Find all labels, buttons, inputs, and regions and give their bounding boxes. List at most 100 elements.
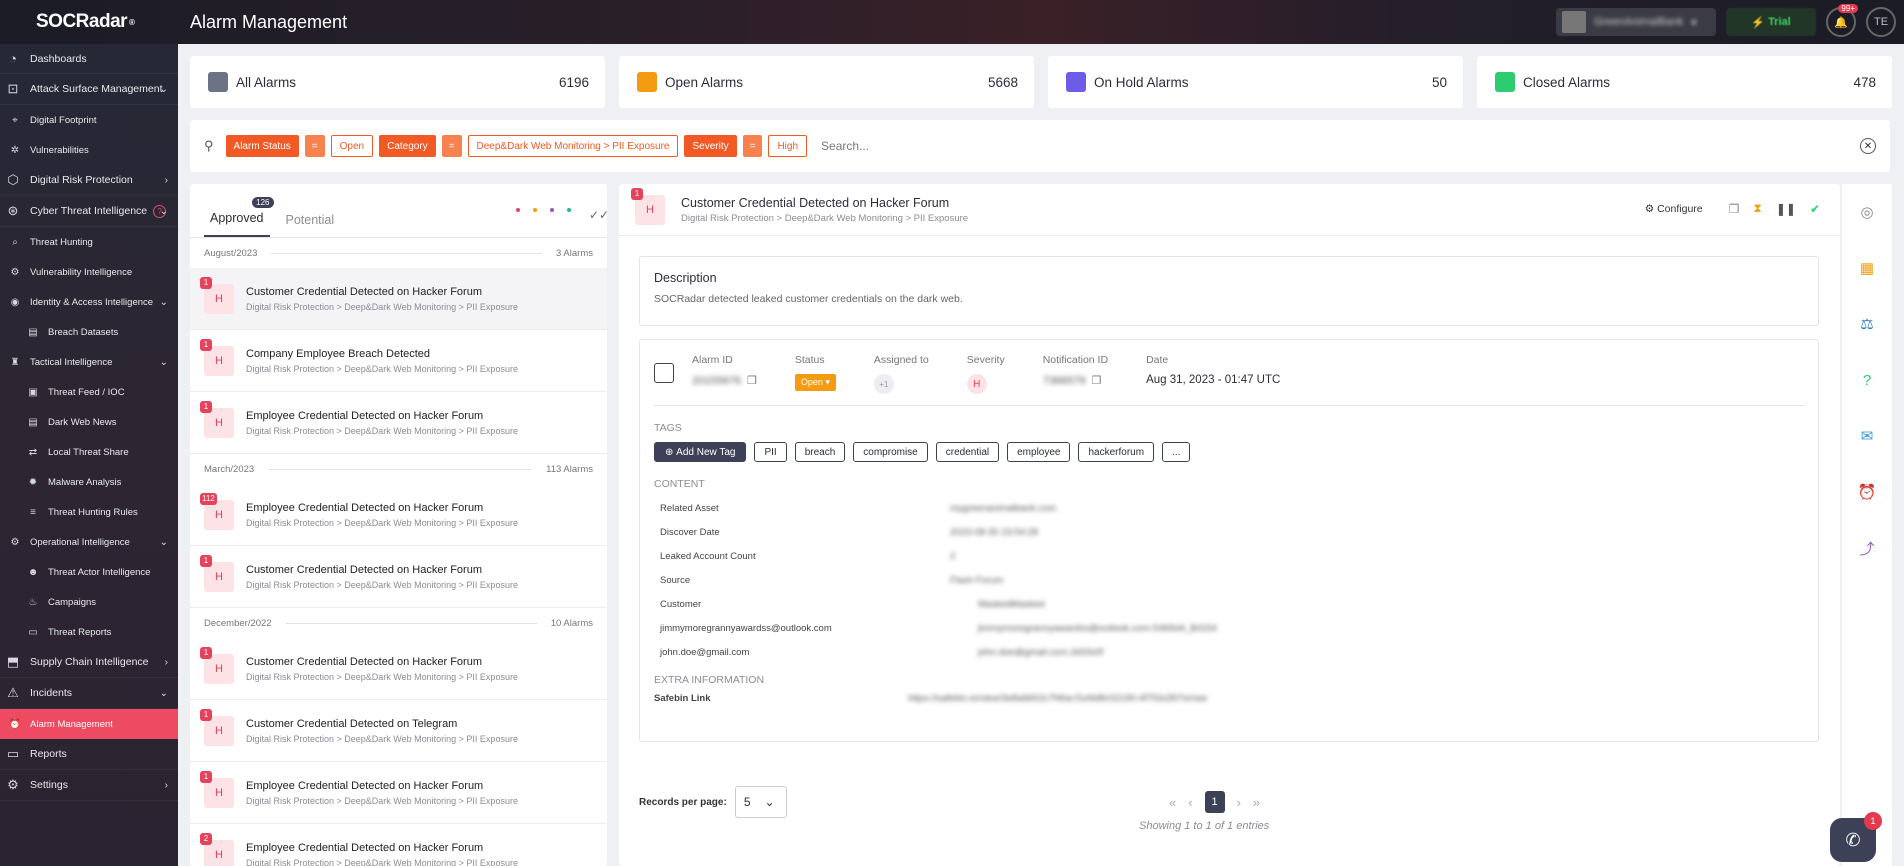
chat-button[interactable]: ✆ 1 [1830,812,1882,862]
dot-purple[interactable] [550,208,554,212]
filter-chip-key[interactable]: Category [379,135,436,157]
sidebar-item-operational-intelligence[interactable]: ⚙ Operational Intelligence ⌄ [0,527,178,557]
sidebar-item-threat-feed-ioc[interactable]: ▣ Threat Feed / IOC [0,377,178,407]
sidebar-item-vulnerability-intelligence[interactable]: ⚙ Vulnerability Intelligence [0,257,178,287]
sidebar-item-threat-reports[interactable]: ▭ Threat Reports [0,617,178,647]
radar-icon[interactable]: ◎ [1842,184,1892,240]
grid-icon[interactable]: ▦ [1842,240,1892,296]
copy-icon[interactable]: ❐ [1729,202,1740,216]
last-page-icon[interactable]: » [1253,795,1260,810]
add-tag-button[interactable]: ⊕ Add New Tag [654,442,747,462]
list-item[interactable]: 1 H Customer Credential Detected on Hacker… [190,638,607,700]
logo[interactable]: SOCRadar ® [0,0,178,44]
chevron-down-icon[interactable]: ⌄ [160,84,168,95]
stat-card-open-alarms[interactable]: Open Alarms 5668 [619,56,1034,108]
tag-chip[interactable]: PII [754,442,787,462]
list-item[interactable]: 1 H Employee Credential Detected on Hacker… [190,392,607,454]
dot-teal[interactable] [567,208,571,212]
tag-chip[interactable]: credential [935,442,1000,462]
sidebar-item-settings[interactable]: ⚙ Settings › [0,770,178,801]
list-item[interactable]: 112 H Employee Credential Detected on Hack… [190,484,607,546]
filter-chip-val[interactable]: Deep&Dark Web Monitoring > PII Exposure [467,135,679,157]
list-item[interactable]: 1 H Customer Credential Detected on Hacker… [190,268,607,330]
notification-button[interactable]: 🔔 99+ [1826,4,1858,37]
copy-icon[interactable]: ❐ [747,374,757,387]
extra-value[interactable]: https://safebin.io/view/3e8a6b52c7f4ba-f… [908,693,1207,704]
sidebar-item-dark-web-news[interactable]: ▤ Dark Web News [0,407,178,437]
tag-chip[interactable]: employee [1007,442,1071,462]
chevron-down-icon[interactable]: ⌄ [160,688,168,699]
sidebar-item-reports[interactable]: ▭ Reports [0,739,178,770]
list-item[interactable]: 1 H Customer Credential Detected on Hacker… [190,546,607,608]
share-icon[interactable]: ⤴ [1842,520,1892,576]
tab-potential[interactable]: Potential [280,213,341,237]
sidebar-item-digital-risk-protection[interactable]: ⬡ Digital Risk Protection › [0,165,178,196]
org-selector[interactable]: GreenAnimalBank ▾ [1556,8,1716,36]
configure-button[interactable]: ⚙ Configure [1645,203,1703,215]
filter-chip-key[interactable]: Alarm Status [225,135,299,157]
chevron-down-icon[interactable]: ⌄ [160,206,168,217]
filter-chip-op[interactable]: = [742,135,763,157]
chevron-right-icon[interactable]: › [165,657,168,668]
list-item[interactable]: 1 H Company Employee Breach Detected Digita… [190,330,607,392]
filter-chip-val[interactable]: Open [330,135,374,157]
sidebar-item-alarm-management[interactable]: ⏰ Alarm Management [0,709,178,739]
help-icon[interactable]: ? [1842,352,1892,408]
first-page-icon[interactable]: « [1169,795,1176,810]
alarm-clock-icon[interactable]: ⏰ [1842,464,1892,520]
list-item[interactable]: 1 H Customer Credential Detected on Telegr… [190,700,607,762]
sidebar-item-attack-surface-management[interactable]: ⊡ Attack Surface Management ⌄ [0,74,178,105]
sidebar-item-cyber-threat-intelligence[interactable]: ⊛ Cyber Threat Intelligence? ⌄ [0,196,178,227]
chevron-right-icon[interactable]: › [165,175,168,186]
sidebar-item-local-threat-share[interactable]: ⇄ Local Threat Share [0,437,178,467]
prev-page-icon[interactable]: ‹ [1188,795,1192,810]
trial-badge[interactable]: ⚡ Trial [1726,8,1816,36]
sidebar-item-incidents[interactable]: ⚠ Incidents ⌄ [0,678,178,709]
clear-filters-icon[interactable]: ✕ [1860,138,1876,154]
records-per-page-select[interactable]: 5 ⌄ [734,786,787,818]
sidebar-item-supply-chain-intelligence[interactable]: ⬒ Supply Chain Intelligence › [0,647,178,678]
scale-icon[interactable]: ⚖ [1842,296,1892,352]
list-item[interactable]: 1 H Employee Credential Detected on Hacker… [190,762,607,824]
filter-chip-op[interactable]: = [441,135,462,157]
next-page-icon[interactable]: › [1237,795,1241,810]
double-check-icon[interactable]: ✓✓ [589,208,607,222]
pause-icon[interactable]: ❚❚ [1776,202,1796,216]
stat-card-all-alarms[interactable]: All Alarms 6196 [190,56,605,108]
search-input[interactable]: Search... [821,139,869,153]
check-icon[interactable]: ✔ [1810,202,1820,216]
sidebar-item-threat-hunting-rules[interactable]: ≡ Threat Hunting Rules [0,497,178,527]
tab-approved[interactable]: Approved 126 [204,197,274,237]
chevron-down-icon[interactable]: ⌄ [160,297,168,308]
hourglass-icon[interactable]: ⧗ [1753,201,1761,216]
dot-orange[interactable] [533,208,537,212]
sidebar-item-digital-footprint[interactable]: ⌖ Digital Footprint [0,105,178,135]
sidebar-item-dashboards[interactable]: ◔ Dashboards [0,44,178,74]
comment-icon[interactable]: ✉ [1842,408,1892,464]
sidebar-item-threat-actor-intelligence[interactable]: ☻ Threat Actor Intelligence [0,557,178,587]
stat-card-closed-alarms[interactable]: Closed Alarms 478 [1477,56,1892,108]
tag-chip[interactable]: compromise [853,442,928,462]
filter-chip-val[interactable]: High [768,135,808,157]
user-avatar[interactable]: TE [1866,7,1896,37]
chevron-down-icon[interactable]: ⌄ [160,537,168,548]
status-dropdown[interactable]: Open ▾ [794,374,836,391]
filter-chip-op[interactable]: = [304,135,325,157]
sidebar-item-breach-datasets[interactable]: ▤ Breach Datasets [0,317,178,347]
sidebar-item-vulnerabilities[interactable]: ✲ Vulnerabilities [0,135,178,165]
select-checkbox[interactable] [654,363,674,383]
page-button[interactable]: 1 [1204,791,1225,813]
chevron-right-icon[interactable]: › [165,780,168,791]
tag-chip[interactable]: hackerforum [1078,442,1155,462]
sidebar-item-tactical-intelligence[interactable]: ♜ Tactical Intelligence ⌄ [0,347,178,377]
sidebar-item-campaigns[interactable]: ♨ Campaigns [0,587,178,617]
dot-red[interactable] [516,208,520,212]
tag-chip[interactable]: breach [794,442,846,462]
sidebar-item-threat-hunting[interactable]: ⌕ Threat Hunting [0,227,178,257]
chevron-down-icon[interactable]: ⌄ [160,357,168,368]
sidebar-item-identity-access-intelligence[interactable]: ◉ Identity & Access Intelligence ⌄ [0,287,178,317]
list-item[interactable]: 2 H Employee Credential Detected on Hacker… [190,824,607,866]
sidebar-item-malware-analysis[interactable]: ✹ Malware Analysis [0,467,178,497]
copy-icon[interactable]: ❐ [1092,374,1102,387]
tag-chip[interactable]: ... [1162,442,1191,462]
